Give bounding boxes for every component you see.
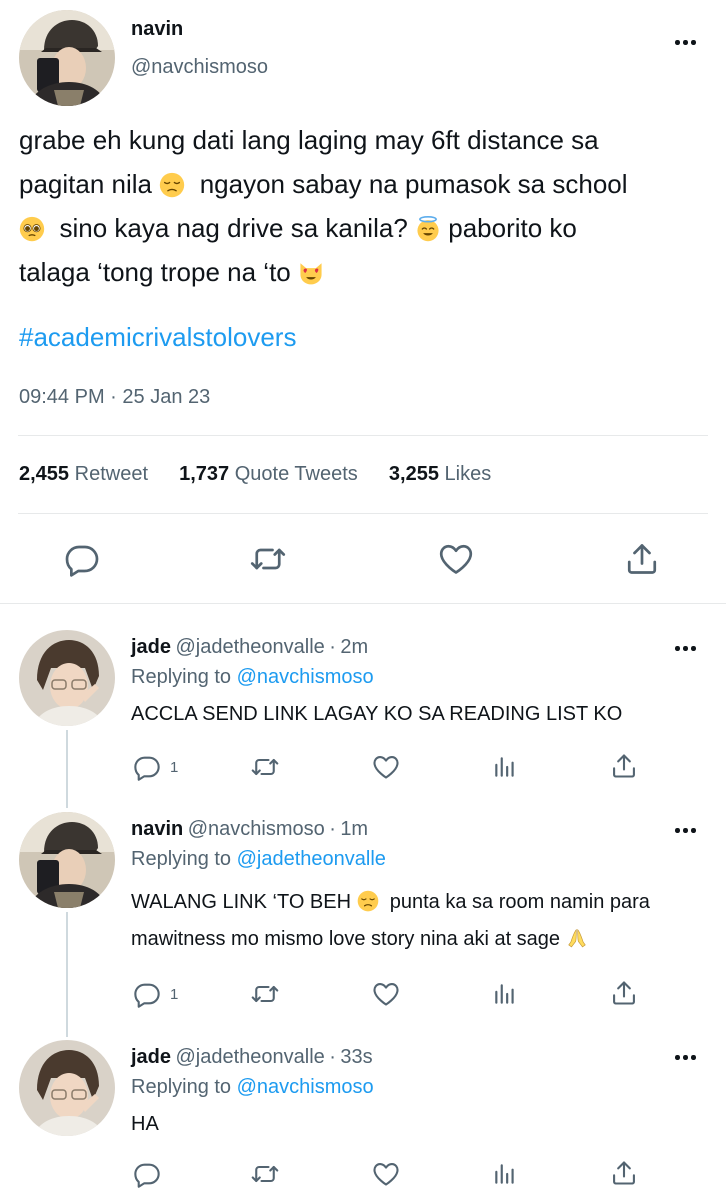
reply-line: HA — [131, 1113, 159, 1135]
replying-to-label: Replying to — [131, 848, 232, 870]
avatar[interactable] — [19, 10, 115, 106]
retweets-stat[interactable]: 2,455 Retweet — [19, 463, 148, 485]
reply-text: WALANG LINK ‘TO BEH punta ka sa room nam… — [131, 884, 650, 958]
heart-icon[interactable] — [371, 1160, 401, 1188]
retweet-icon[interactable] — [250, 541, 286, 577]
replying-to: Replying to @navchismoso — [131, 1076, 374, 1099]
heart-icon[interactable] — [371, 980, 401, 1008]
hashtag-link[interactable]: #academicrivalstolovers — [19, 322, 296, 353]
likes-count: 3,255 — [388, 463, 439, 485]
time-separator: · — [329, 818, 336, 840]
replying-to-label: Replying to — [131, 1076, 232, 1098]
reply-icon[interactable] — [64, 541, 100, 577]
reply-text: HA — [131, 1106, 159, 1143]
replying-to-handle[interactable]: @navchismoso — [237, 1076, 374, 1098]
heart-eyes-cat-emoji — [298, 260, 324, 286]
halo-face-emoji — [415, 216, 441, 242]
reply-count: 1 — [170, 986, 179, 1003]
replying-to: Replying to @navchismoso — [131, 666, 374, 689]
tweet-line: talaga ‘tong trope na ‘to — [19, 250, 709, 294]
reply-icon[interactable] — [133, 1160, 161, 1188]
reply-author-name[interactable]: jade — [131, 636, 171, 658]
divider — [18, 513, 708, 514]
tweet-line: pagitan nila ngayon sabay na pumasok sa … — [19, 169, 628, 199]
retweet-icon[interactable] — [250, 980, 280, 1008]
heart-icon[interactable] — [371, 753, 401, 781]
reply-line: ACCLA SEND LINK LAGAY KO SA READING LIST… — [131, 703, 623, 725]
share-icon[interactable] — [610, 979, 638, 1007]
tweet-text: grabe eh kung dati lang laging may 6ft d… — [19, 118, 709, 294]
views-icon[interactable] — [492, 754, 518, 780]
replying-to-handle[interactable]: @navchismoso — [237, 666, 374, 688]
replying-to: Replying to @jadetheonvalle — [131, 848, 386, 871]
reply-author-name[interactable]: jade — [131, 1046, 171, 1068]
thread-line — [66, 730, 68, 808]
avatar[interactable] — [19, 630, 115, 726]
reply-author-handle[interactable]: @navchismoso — [188, 818, 325, 840]
pleading-face-emoji — [19, 216, 45, 242]
time-separator: · — [329, 1046, 336, 1068]
date-separator: · — [110, 386, 117, 408]
pensive-face-emoji — [357, 890, 379, 912]
author-name[interactable]: navin — [131, 18, 183, 41]
divider — [18, 435, 708, 436]
thread-line — [66, 912, 68, 1037]
tweet-time: 09:44 PM — [19, 386, 105, 408]
heart-icon[interactable] — [438, 541, 474, 577]
views-icon[interactable] — [492, 1161, 518, 1187]
author-handle[interactable]: @navchismoso — [131, 56, 268, 79]
retweets-count: 2,455 — [19, 463, 70, 485]
retweet-icon[interactable] — [250, 753, 280, 781]
tweet-timestamp[interactable]: 09:44 PM · 25 Jan 23 — [19, 386, 210, 409]
folded-hands-emoji — [566, 927, 588, 949]
reply-line: mawitness mo mismo love story nina aki a… — [131, 921, 650, 958]
avatar[interactable] — [19, 1040, 115, 1136]
time-separator: · — [329, 636, 336, 658]
reply-icon[interactable] — [133, 980, 161, 1008]
share-icon[interactable] — [610, 752, 638, 780]
replying-to-handle[interactable]: @jadetheonvalle — [237, 848, 386, 870]
quotes-stat[interactable]: 1,737 Quote Tweets — [179, 463, 358, 485]
likes-label: Likes — [444, 463, 492, 485]
likes-stat[interactable]: 3,255 Likes — [389, 463, 491, 485]
divider — [0, 603, 726, 604]
tweet-line: grabe eh kung dati lang laging may 6ft d… — [19, 125, 599, 155]
tweet-date: 25 Jan 23 — [122, 386, 211, 408]
reply-count: 1 — [170, 759, 179, 776]
more-dots-icon[interactable] — [675, 1053, 699, 1061]
reply-author-name[interactable]: navin — [131, 818, 183, 840]
avatar[interactable] — [19, 812, 115, 908]
replying-to-label: Replying to — [131, 666, 232, 688]
share-icon[interactable] — [610, 1159, 638, 1187]
reply-line: WALANG LINK ‘TO BEH punta ka sa room nam… — [131, 890, 650, 913]
tweet-stats: 2,455 Retweet 1,737 Quote Tweets 3,255 L… — [19, 463, 491, 486]
reply-time[interactable]: 2m — [340, 636, 368, 658]
reply-time[interactable]: 33s — [340, 1046, 372, 1068]
more-dots-icon[interactable] — [675, 38, 699, 46]
reply-author-handle[interactable]: @jadetheonvalle — [175, 636, 324, 658]
reply-header: navin @navchismoso · 1m — [131, 818, 368, 841]
quotes-count: 1,737 — [179, 463, 230, 485]
more-dots-icon[interactable] — [675, 644, 699, 652]
reply-time[interactable]: 1m — [340, 818, 368, 840]
reply-header: jade @jadetheonvalle · 33s — [131, 1046, 373, 1069]
reply-author-handle[interactable]: @jadetheonvalle — [175, 1046, 324, 1068]
retweet-icon[interactable] — [250, 1160, 280, 1188]
share-icon[interactable] — [624, 541, 660, 577]
views-icon[interactable] — [492, 981, 518, 1007]
reply-header: jade @jadetheonvalle · 2m — [131, 636, 368, 659]
pensive-face-emoji — [159, 172, 185, 198]
more-dots-icon[interactable] — [675, 826, 699, 834]
quotes-label: Quote Tweets — [234, 463, 358, 485]
reply-icon[interactable] — [133, 753, 161, 781]
tweet-line: sino kaya nag drive sa kanila? paborito … — [19, 206, 709, 250]
retweets-label: Retweet — [74, 463, 148, 485]
reply-text: ACCLA SEND LINK LAGAY KO SA READING LIST… — [131, 696, 622, 733]
